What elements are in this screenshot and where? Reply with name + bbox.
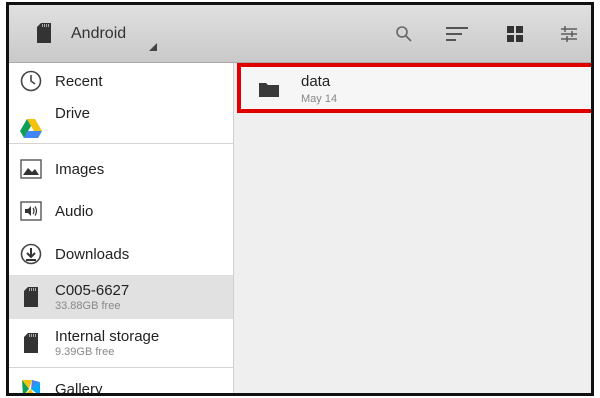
drive-icon [19, 117, 43, 141]
sidebar: Recent Drive Images Audio Downloads C005… [9, 63, 234, 396]
sidebar-item-label: Images [55, 160, 105, 178]
sidebar-item-audio[interactable]: Audio [9, 191, 233, 231]
download-icon [19, 242, 43, 266]
toolbar: Android [9, 5, 591, 63]
file-name: data [301, 73, 331, 90]
sidebar-item-label: Recent [55, 72, 103, 90]
sd-card-icon [19, 285, 43, 309]
audio-icon [19, 199, 43, 223]
grid-view-icon[interactable] [503, 22, 527, 46]
file-picker-window: Android Recent Drive Images Audio Downlo… [6, 2, 594, 396]
sidebar-item-label: Gallery [55, 380, 103, 396]
location-title[interactable]: Android [71, 25, 126, 43]
sidebar-divider [9, 367, 233, 368]
folder-icon [259, 81, 279, 102]
sort-icon[interactable] [445, 22, 469, 46]
settings-sliders-icon[interactable] [557, 22, 581, 46]
sidebar-item-internal-storage[interactable]: Internal storage 9.39GB free [9, 321, 233, 365]
sidebar-item-label: Internal storage [55, 328, 160, 345]
sidebar-item-label: Downloads [55, 245, 130, 263]
sd-card-icon [19, 331, 43, 355]
sidebar-item-label: Audio [55, 202, 94, 220]
file-list: data May 14 [234, 63, 591, 393]
sidebar-item-drive[interactable]: Drive [9, 99, 233, 143]
dropdown-corner-icon[interactable] [149, 43, 157, 51]
free-space-label: 9.39GB free [55, 346, 115, 358]
sidebar-item-images[interactable]: Images [9, 149, 233, 189]
sidebar-divider [9, 143, 233, 144]
image-icon [19, 157, 43, 181]
sidebar-item-text: C005-6627 33.88GB free [55, 282, 129, 312]
file-date: May 14 [301, 93, 338, 105]
sidebar-item-label: Drive [55, 105, 91, 122]
sidebar-item-downloads[interactable]: Downloads [9, 233, 233, 275]
gallery-icon [19, 377, 43, 393]
sidebar-item-sd-card[interactable]: C005-6627 33.88GB free [9, 275, 233, 319]
clock-icon [19, 69, 43, 93]
free-space-label: 33.88GB free [55, 300, 121, 312]
sidebar-item-gallery[interactable]: Gallery [9, 371, 233, 396]
sidebar-item-label: C005-6627 [55, 282, 130, 299]
search-icon[interactable] [392, 22, 416, 46]
file-row-data[interactable]: data May 14 [237, 63, 591, 113]
sidebar-item-text: Internal storage 9.39GB free [55, 328, 159, 358]
sidebar-item-recent[interactable]: Recent [9, 63, 233, 99]
sd-card-icon [37, 23, 51, 48]
